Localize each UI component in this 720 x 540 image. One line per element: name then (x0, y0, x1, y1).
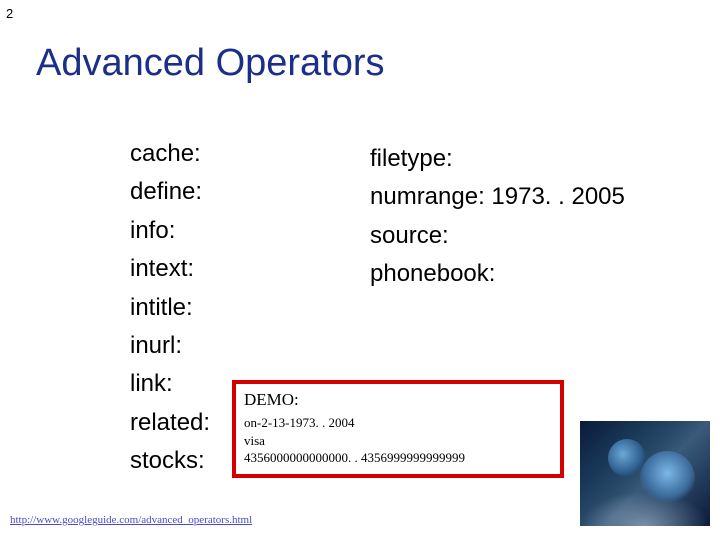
operators-column-right: filetype: numrange: 1973. . 2005 source:… (370, 140, 625, 294)
footer-link[interactable]: http://www.googleguide.com/advanced_oper… (10, 514, 252, 526)
operators-column-left: cache: define: info: intext: intitle: in… (130, 135, 210, 481)
demo-label: DEMO: (244, 390, 552, 410)
operator-item: source: (370, 217, 625, 255)
demo-line: visa (244, 432, 552, 450)
operator-item: intext: (130, 250, 210, 288)
operator-item: related: (130, 404, 210, 442)
operator-item: cache: (130, 135, 210, 173)
slide-title: Advanced Operators (36, 42, 385, 85)
demo-line: on-2-13-1973. . 2004 (244, 414, 552, 432)
demo-line: 4356000000000000. . 4356999999999999 (244, 449, 552, 467)
operator-item: numrange: 1973. . 2005 (370, 178, 625, 216)
page-number: 2 (6, 6, 13, 21)
operator-item: inurl: (130, 327, 210, 365)
operator-item: info: (130, 212, 210, 250)
operator-item: link: (130, 365, 210, 403)
slide-image (580, 421, 710, 526)
operator-item: filetype: (370, 140, 625, 178)
operator-item: define: (130, 173, 210, 211)
operator-item: phonebook: (370, 255, 625, 293)
operator-item: intitle: (130, 289, 210, 327)
operator-item: stocks: (130, 442, 210, 480)
demo-box: DEMO: on-2-13-1973. . 2004 visa 43560000… (232, 380, 564, 478)
